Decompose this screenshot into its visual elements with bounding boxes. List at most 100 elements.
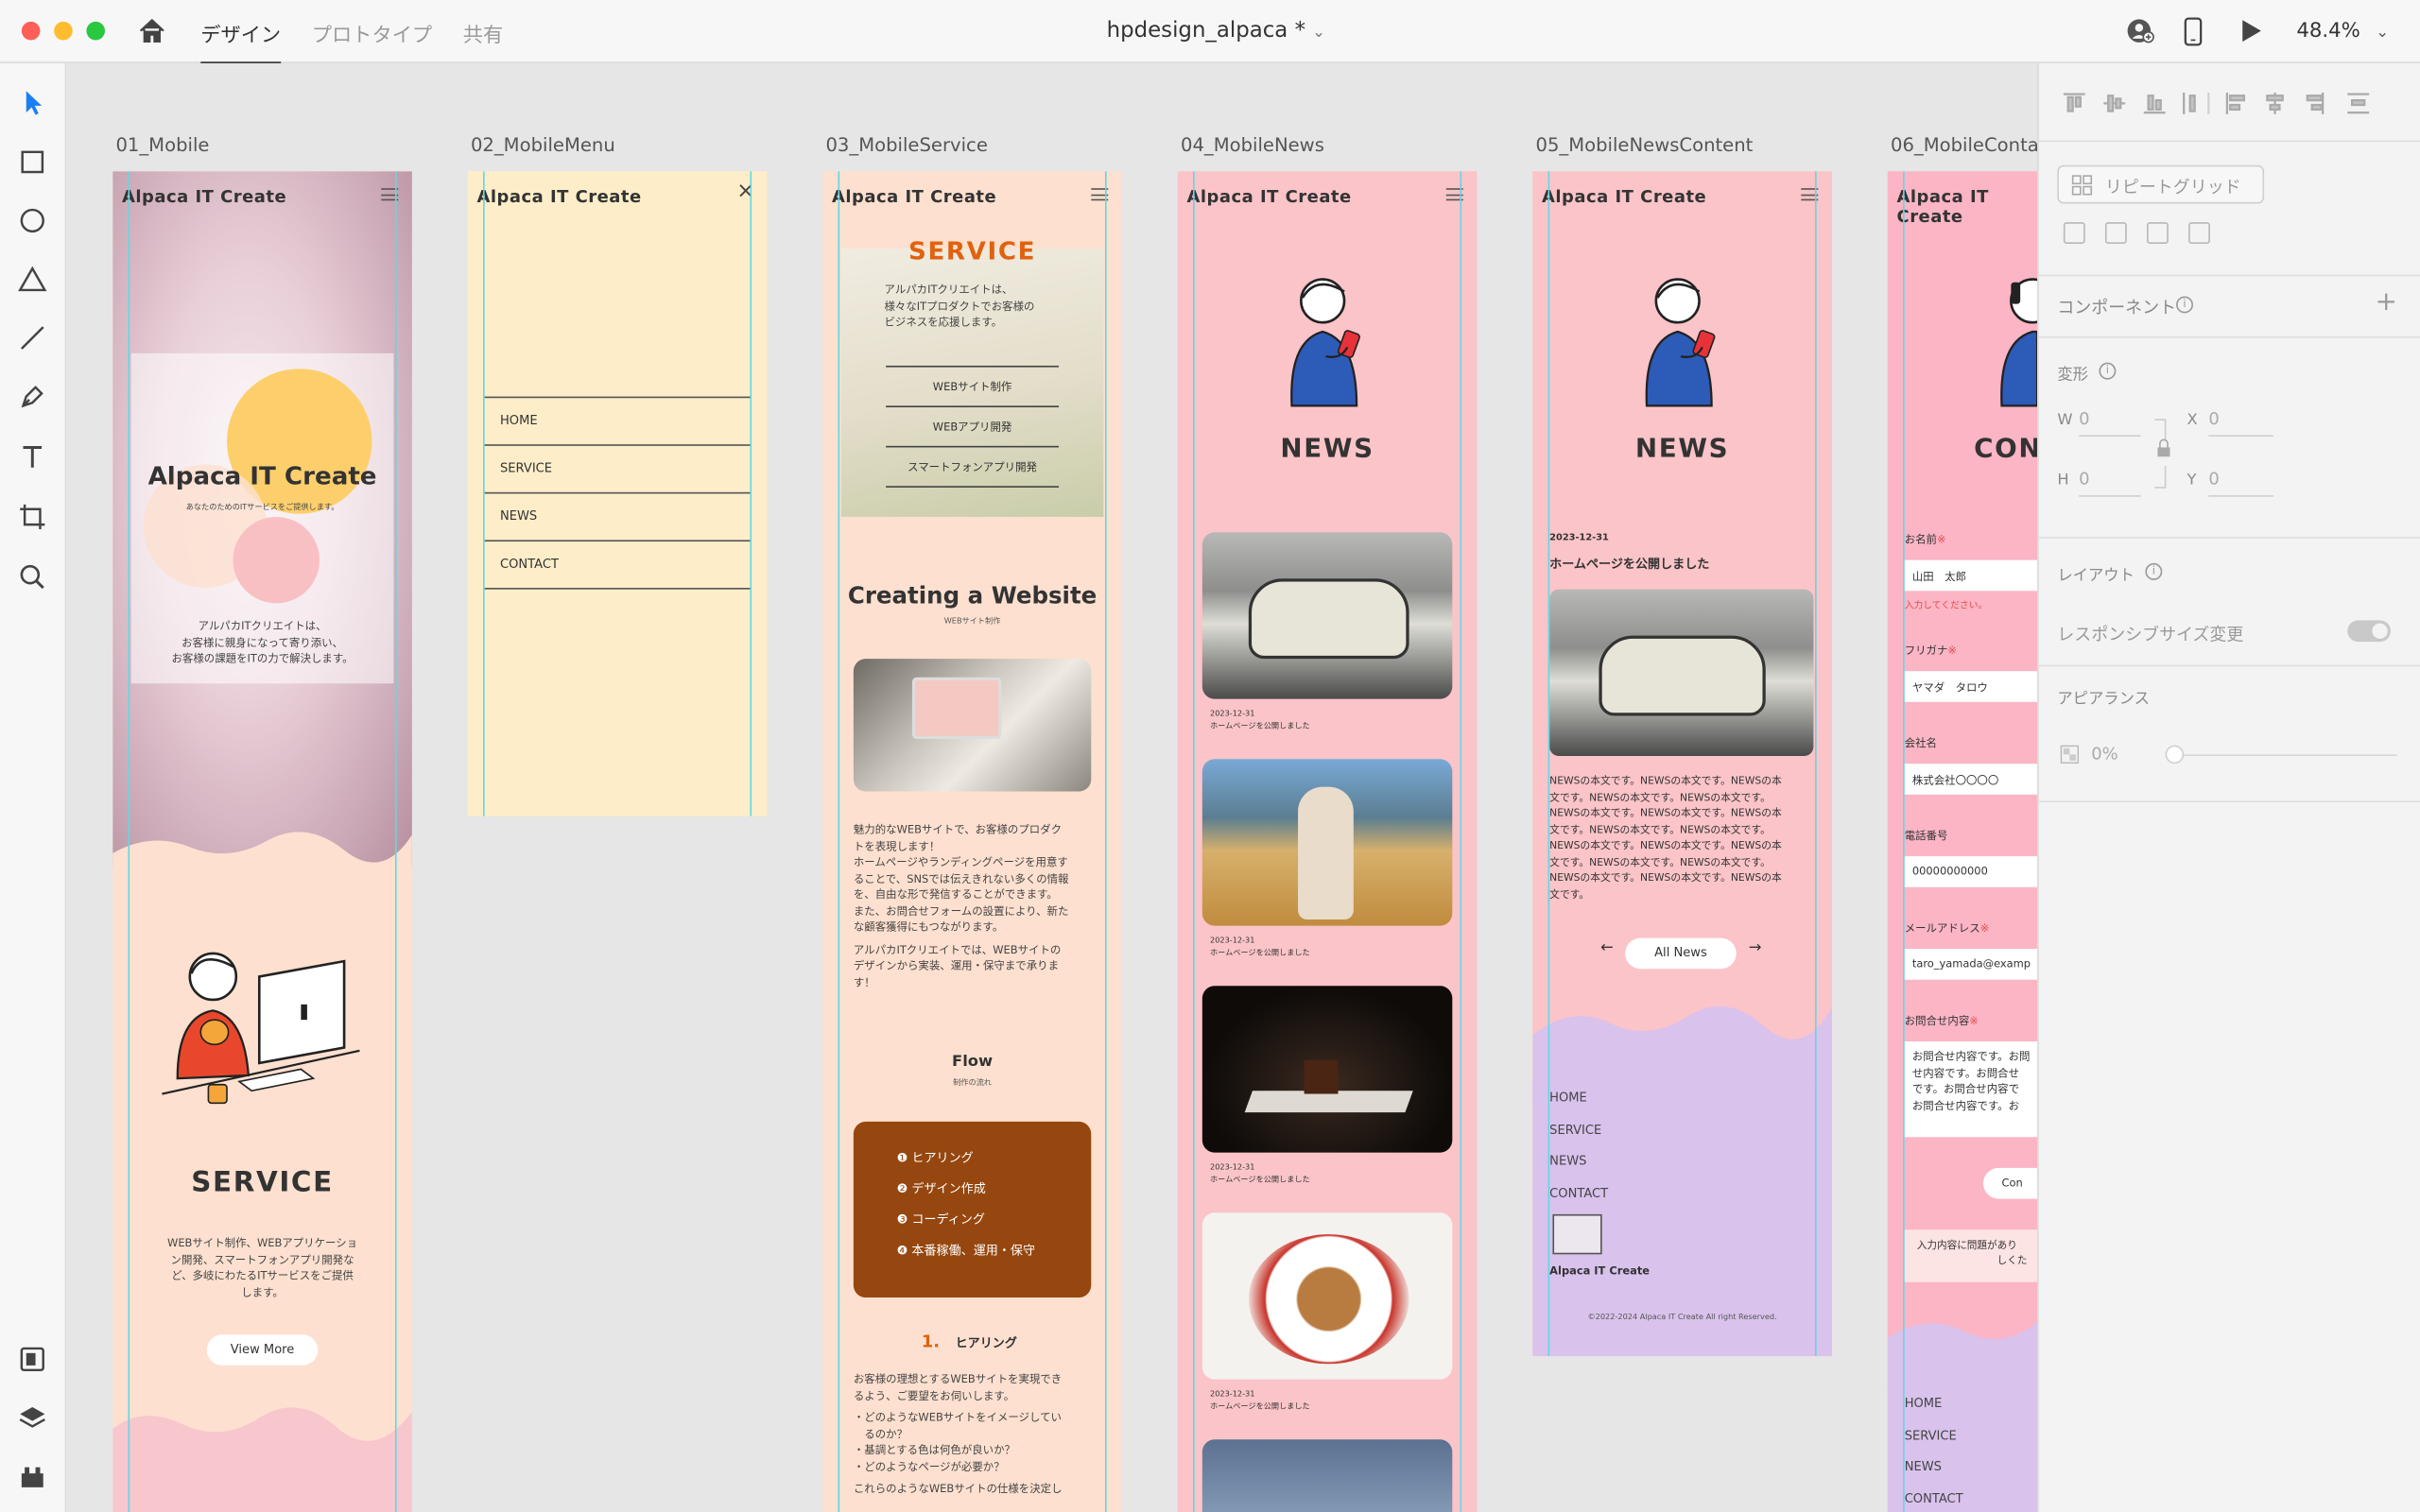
- device-preview-icon[interactable]: [2183, 17, 2204, 46]
- menu-item-news[interactable]: NEWS: [484, 493, 751, 542]
- boolean-intersect-icon[interactable]: [2147, 222, 2169, 244]
- line-tool-icon[interactable]: [17, 322, 48, 353]
- invite-user-icon[interactable]: [2127, 17, 2154, 44]
- home-icon[interactable]: [137, 17, 166, 44]
- artboard-label[interactable]: 06_MobileConta: [1891, 134, 2037, 156]
- menu-item-contact[interactable]: CONTACT: [484, 541, 751, 590]
- minimize-window-button[interactable]: [54, 21, 73, 41]
- tab-share[interactable]: 共有: [463, 19, 503, 47]
- artboard-mobile-news-content[interactable]: Alpaca IT Create NEWS 2023-12-31 ホームページを…: [1532, 171, 1832, 1357]
- link-smartphone-app[interactable]: スマートフォンアプリ開発: [886, 447, 1059, 488]
- news-thumb-sky[interactable]: [1201, 1439, 1453, 1512]
- phone-input[interactable]: 00000000000: [1904, 856, 2038, 887]
- info-icon[interactable]: i: [2145, 562, 2163, 580]
- pen-tool-icon[interactable]: [17, 381, 48, 412]
- maximize-window-button[interactable]: [86, 21, 106, 41]
- x-input[interactable]: 0: [2208, 409, 2273, 438]
- plugins-panel-icon[interactable]: [17, 1461, 48, 1492]
- message-textarea[interactable]: お問合せ内容です。お問 せ内容です。お問合せ です。お問合せ内容で お問合せ内容…: [1904, 1041, 2038, 1138]
- opacity-value[interactable]: 0%: [2091, 744, 2118, 764]
- news-item-text[interactable]: ホームページを公開しました: [1210, 947, 1310, 958]
- footer-nav-item[interactable]: NEWS: [1549, 1146, 1608, 1177]
- info-icon[interactable]: i: [2176, 296, 2193, 314]
- link-webapp[interactable]: WEBアプリ開発: [886, 407, 1059, 448]
- boolean-exclude-icon[interactable]: [2188, 222, 2210, 244]
- layers-panel-icon[interactable]: [17, 1402, 48, 1434]
- rectangle-tool-icon[interactable]: [17, 146, 48, 178]
- site-logo[interactable]: Alpaca IT Create: [122, 187, 286, 207]
- site-logo[interactable]: Alpaca IT Create: [1897, 187, 2038, 227]
- news-thumb-pasta[interactable]: [1201, 1212, 1453, 1380]
- y-input[interactable]: 0: [2208, 469, 2273, 497]
- footer-logo-text[interactable]: Alpaca IT Create: [1549, 1265, 1650, 1278]
- footer-nav-item[interactable]: CONTACT: [1549, 1178, 1608, 1210]
- add-component-icon[interactable]: +: [2376, 287, 2397, 318]
- assets-panel-icon[interactable]: [17, 1344, 48, 1375]
- news-thumb-cake[interactable]: [1201, 986, 1453, 1153]
- all-news-button[interactable]: All News: [1625, 937, 1737, 970]
- height-input[interactable]: 0: [2079, 469, 2141, 497]
- artboard-mobile-service[interactable]: Alpaca IT Create SERVICE アルパカITクリエイトは、 様…: [822, 171, 1122, 1512]
- align-toolbar[interactable]: [2061, 88, 2400, 119]
- view-more-button[interactable]: View More: [206, 1334, 319, 1366]
- select-tool-icon[interactable]: [17, 86, 48, 117]
- play-preview-icon[interactable]: [2241, 19, 2263, 43]
- news-item-text[interactable]: ホームページを公開しました: [1210, 720, 1310, 731]
- repeat-grid-button[interactable]: リピートグリッド: [2057, 164, 2265, 204]
- artboard-mobile-contact[interactable]: Alpaca IT Create CON お名前※ 山田 太郎 入力してください…: [1887, 171, 2038, 1512]
- artboard-label[interactable]: 03_MobileService: [825, 134, 987, 156]
- boolean-subtract-icon[interactable]: [2104, 222, 2127, 244]
- close-icon[interactable]: ×: [736, 179, 754, 203]
- footer-nav-item[interactable]: SERVICE: [1905, 1420, 1963, 1452]
- next-arrow-icon[interactable]: →: [1749, 939, 1762, 956]
- zoom-tool-icon[interactable]: [17, 561, 48, 593]
- artboard-label[interactable]: 04_MobileNews: [1181, 134, 1324, 156]
- text-tool-icon[interactable]: [17, 441, 48, 472]
- kana-input[interactable]: ヤマダ タロウ: [1904, 671, 2038, 702]
- site-logo[interactable]: Alpaca IT Create: [476, 187, 641, 207]
- opacity-slider-handle[interactable]: [2165, 745, 2185, 765]
- site-logo[interactable]: Alpaca IT Create: [832, 187, 996, 207]
- menu-item-service[interactable]: SERVICE: [484, 446, 751, 494]
- artboard-label[interactable]: 05_MobileNewsContent: [1535, 134, 1753, 156]
- company-input[interactable]: 株式会社〇〇〇〇: [1904, 764, 2038, 795]
- close-window-button[interactable]: [21, 21, 41, 41]
- site-logo[interactable]: Alpaca IT Create: [1187, 187, 1352, 207]
- tab-prototype[interactable]: プロトタイプ: [312, 19, 432, 47]
- chevron-down-icon: ⌄: [1312, 25, 1325, 43]
- prev-arrow-icon[interactable]: ←: [1600, 939, 1614, 956]
- zoom-select[interactable]: 48.4% ⌄: [2296, 20, 2389, 43]
- footer-nav-item[interactable]: HOME: [1905, 1388, 1963, 1419]
- menu-item-home[interactable]: HOME: [484, 398, 751, 446]
- news-thumb-alpaca[interactable]: [1201, 759, 1453, 926]
- footer-nav-item[interactable]: HOME: [1549, 1083, 1608, 1114]
- artboard-mobile-menu[interactable]: Alpaca IT Create × HOME SERVICE NEWS CON…: [467, 171, 768, 816]
- artboard-label[interactable]: 01_Mobile: [115, 134, 209, 156]
- opacity-slider-track[interactable]: [2171, 754, 2397, 756]
- responsive-resize-toggle[interactable]: [2347, 620, 2391, 643]
- artboard-label[interactable]: 02_MobileMenu: [471, 134, 615, 156]
- polygon-tool-icon[interactable]: [17, 264, 48, 295]
- boolean-add-icon[interactable]: [2063, 222, 2085, 244]
- footer-nav-item[interactable]: CONTACT: [1905, 1484, 1963, 1512]
- name-input[interactable]: 山田 太郎: [1904, 559, 2038, 592]
- email-input[interactable]: taro_yamada@examp: [1904, 949, 2038, 980]
- artboard-tool-icon[interactable]: [17, 502, 48, 533]
- footer-nav-item[interactable]: SERVICE: [1549, 1115, 1608, 1146]
- news-item-text[interactable]: ホームページを公開しました: [1210, 1174, 1310, 1185]
- canvas[interactable]: 01_Mobile 02_MobileMenu 03_MobileService…: [66, 62, 2038, 1512]
- ellipse-tool-icon[interactable]: [17, 205, 48, 236]
- width-input[interactable]: 0: [2079, 409, 2141, 438]
- news-thumb-car[interactable]: [1201, 532, 1453, 699]
- tab-design[interactable]: デザイン: [200, 19, 282, 65]
- artboard-mobile-news[interactable]: Alpaca IT Create NEWS 2023-12-31 ホームページを…: [1177, 171, 1478, 1512]
- artboard-mobile[interactable]: Alpaca IT Create Alpaca IT Create あなたのため…: [112, 171, 412, 1512]
- lock-aspect-icon[interactable]: [2153, 417, 2172, 490]
- site-logo[interactable]: Alpaca IT Create: [1542, 187, 1706, 207]
- info-icon[interactable]: i: [2099, 362, 2117, 380]
- confirm-button[interactable]: Con: [1982, 1167, 2038, 1199]
- news-item-text[interactable]: ホームページを公開しました: [1210, 1400, 1310, 1412]
- footer-nav-item[interactable]: NEWS: [1905, 1452, 1963, 1483]
- link-website[interactable]: WEBサイト制作: [886, 368, 1059, 408]
- document-title[interactable]: hpdesign_alpaca * ⌄: [1107, 19, 1325, 43]
